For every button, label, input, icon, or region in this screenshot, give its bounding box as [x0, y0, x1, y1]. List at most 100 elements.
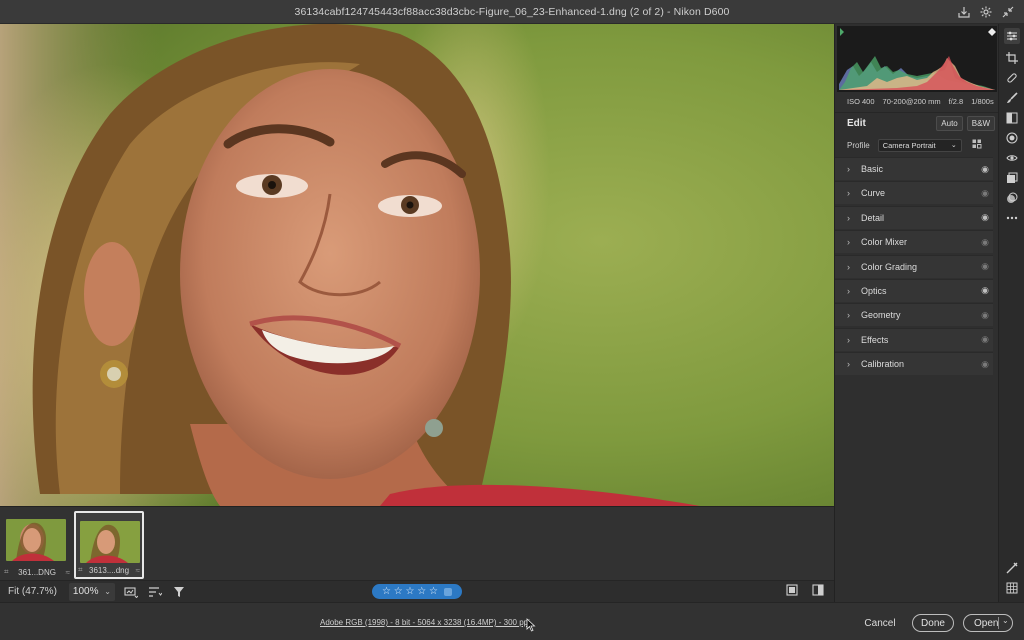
chevron-right-icon: › — [847, 212, 850, 223]
chevron-right-icon: › — [847, 359, 850, 370]
section-curve[interactable]: › Curve ◉ — [835, 181, 993, 205]
section-label: Color Grading — [861, 261, 918, 272]
cancel-button[interactable]: Cancel — [860, 614, 900, 632]
healing-icon[interactable] — [1004, 70, 1020, 86]
chevron-down-icon[interactable]: ⌄ — [1002, 616, 1009, 625]
eye-icon[interactable]: ◉ — [977, 237, 993, 248]
chevron-right-icon: › — [847, 237, 850, 248]
open-button-label: Open — [974, 617, 999, 629]
chevron-right-icon: › — [847, 334, 850, 345]
done-button[interactable]: Done — [912, 614, 954, 632]
snapshots-icon[interactable] — [1004, 170, 1020, 186]
rating-stars[interactable]: ☆ ☆ ☆ ☆ ☆ — [372, 584, 462, 599]
section-color-mixer[interactable]: › Color Mixer ◉ — [835, 230, 993, 254]
before-after-icon[interactable] — [812, 584, 824, 599]
filmstrip-options-icon[interactable] — [123, 584, 139, 600]
gear-icon[interactable] — [978, 4, 994, 20]
workflow-options-link[interactable]: Adobe RGB (1998) - 8 bit - 5064 x 3238 (… — [320, 618, 530, 627]
open-button[interactable]: Open ⌄ — [963, 614, 1013, 632]
profile-select[interactable]: Camera Portrait ⌄ — [877, 138, 962, 152]
eye-icon[interactable]: ◉ — [977, 261, 993, 272]
chevron-right-icon: › — [847, 310, 850, 321]
presets-icon[interactable] — [1004, 190, 1020, 206]
exif-shutter: 1/800s — [971, 96, 994, 106]
edit-heading: Edit — [847, 118, 866, 129]
sampler-icon[interactable] — [1004, 560, 1020, 576]
section-label: Curve — [861, 188, 886, 199]
zoom-level-select[interactable]: 100% ⌄ — [68, 582, 115, 601]
section-label: Effects — [861, 334, 889, 345]
eye-icon[interactable]: ◉ — [977, 310, 993, 321]
grid-icon[interactable] — [1004, 580, 1020, 596]
filmstrip-thumb-1[interactable]: ⌗ 361...DNG ≈ — [2, 511, 72, 579]
filter-icon[interactable] — [171, 584, 187, 600]
edit-sections: › Basic ◉ › Curve ◉ › Detail ◉ › Color M… — [835, 157, 993, 377]
bottom-toolbar: Fit (47.7%) 100% ⌄ ☆ ☆ ☆ ☆ ☆ — [0, 580, 834, 602]
zoom-fit-button[interactable]: Fit (47.7%) — [8, 586, 57, 597]
histogram[interactable] — [837, 26, 997, 92]
edited-badge-icon: ≈ — [135, 565, 140, 575]
chevron-down-icon: ⌄ — [104, 587, 111, 596]
exif-aperture: f/2.8 — [948, 96, 964, 106]
section-detail[interactable]: › Detail ◉ — [835, 205, 993, 229]
chevron-right-icon: › — [847, 261, 850, 272]
footer-bar: Adobe RGB (1998) - 8 bit - 5064 x 3238 (… — [0, 602, 1024, 640]
profile-browser-icon[interactable] — [972, 139, 982, 151]
chevron-right-icon: › — [847, 164, 850, 174]
section-effects[interactable]: › Effects ◉ — [835, 327, 993, 351]
thumbnail-image — [80, 521, 140, 563]
bw-button[interactable]: B&W — [966, 116, 995, 131]
section-geometry[interactable]: › Geometry ◉ — [835, 303, 993, 327]
portrait-photo — [0, 24, 834, 506]
thumb-label: 3613....dng — [89, 565, 130, 575]
thumbnail-image — [6, 519, 66, 561]
section-color-grading[interactable]: › Color Grading ◉ — [835, 254, 993, 278]
section-basic[interactable]: › Basic ◉ — [835, 157, 993, 180]
section-label: Basic — [861, 164, 884, 174]
exif-lens: 70-200@200 mm — [882, 96, 941, 106]
sort-icon[interactable] — [147, 584, 163, 600]
profile-label: Profile — [847, 140, 870, 150]
more-icon[interactable] — [1004, 210, 1020, 226]
title-bar: 36134cabf124745443cf88acc38d3cbc-Figure_… — [0, 0, 1024, 24]
image-canvas[interactable] — [0, 24, 834, 506]
edit-panel: ISO 400 70-200@200 mm f/2.8 1/800s Edit … — [834, 24, 999, 602]
exif-info: ISO 400 70-200@200 mm f/2.8 1/800s — [835, 94, 999, 108]
red-eye-icon[interactable] — [1004, 150, 1020, 166]
tool-strip — [998, 24, 1024, 602]
save-icon[interactable] — [956, 4, 972, 20]
section-label: Detail — [861, 212, 885, 223]
chevron-right-icon: › — [847, 188, 850, 199]
edited-badge-icon: ≈ — [65, 567, 70, 577]
eye-icon[interactable]: ◉ — [977, 285, 993, 296]
filmstrip: ⌗ 361...DNG ≈ ⌗ 3613....dng ≈ — [0, 506, 834, 580]
section-optics[interactable]: › Optics ◉ — [835, 278, 993, 302]
edit-header: Edit Auto B&W — [835, 112, 999, 134]
eye-icon[interactable]: ◉ — [977, 334, 993, 345]
chevron-down-icon: ⌄ — [950, 142, 957, 149]
eye-icon[interactable]: ◉ — [977, 359, 993, 370]
section-label: Optics — [861, 285, 887, 296]
crop-icon[interactable] — [1004, 50, 1020, 66]
eye-icon[interactable]: ◉ — [977, 188, 993, 199]
chevron-right-icon: › — [847, 285, 850, 296]
window-title: 36134cabf124745443cf88acc38d3cbc-Figure_… — [294, 5, 730, 18]
section-calibration[interactable]: › Calibration ◉ — [835, 352, 993, 376]
auto-button[interactable]: Auto — [936, 116, 963, 131]
exif-iso: ISO 400 — [847, 96, 875, 106]
collapse-icon[interactable] — [1000, 4, 1016, 20]
radial-gradient-icon[interactable] — [1004, 130, 1020, 146]
delete-flag-icon[interactable] — [443, 587, 452, 596]
star-rating-value[interactable]: ☆ ☆ ☆ ☆ ☆ — [382, 586, 438, 597]
mouse-cursor-icon — [526, 618, 536, 632]
zoom-level-value: 100% — [72, 586, 99, 597]
eye-icon[interactable]: ◉ — [977, 164, 993, 175]
single-view-icon[interactable] — [786, 584, 798, 599]
eye-icon[interactable]: ◉ — [977, 212, 993, 223]
brush-icon[interactable] — [1004, 90, 1020, 106]
linear-gradient-icon[interactable] — [1004, 110, 1020, 126]
edit-icon[interactable] — [1004, 28, 1020, 44]
filmstrip-thumb-2[interactable]: ⌗ 3613....dng ≈ — [74, 511, 144, 579]
section-label: Calibration — [861, 359, 905, 370]
section-label: Color Mixer — [861, 237, 908, 248]
